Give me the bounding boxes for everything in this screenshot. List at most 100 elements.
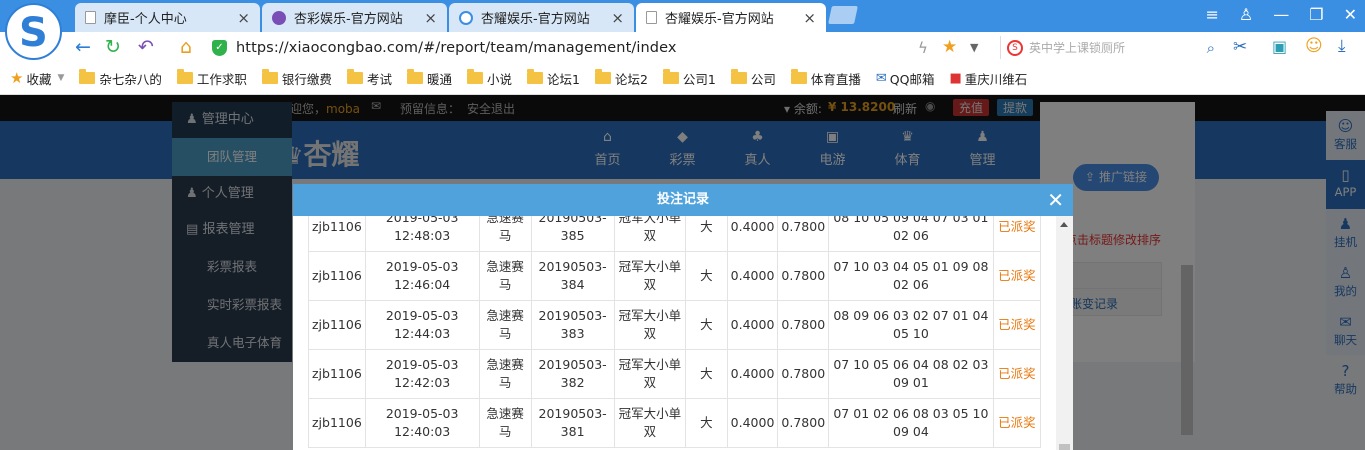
datetime-cell: 2019-05-03 12:44:03 xyxy=(364,300,480,350)
draw-numbers-cell: 07 01 02 06 08 03 05 10 09 04 xyxy=(828,398,994,448)
smiley-icon[interactable]: ☺ xyxy=(1305,36,1323,56)
username-cell: zjb1106 xyxy=(308,300,366,350)
bookmark-item[interactable]: 论坛2 xyxy=(594,69,648,88)
amount-cell: 0.4000 xyxy=(726,398,779,448)
odds-cell: 0.7800 xyxy=(777,216,830,252)
scroll-up-icon[interactable] xyxy=(1060,222,1068,227)
modal-scrollbar[interactable] xyxy=(1056,216,1073,450)
site-favicon-icon xyxy=(272,10,286,25)
download-icon[interactable]: ⤓ xyxy=(1338,36,1346,56)
chevron-down-icon: ▼ xyxy=(57,73,65,83)
folder-icon xyxy=(466,69,483,84)
amount-cell: 0.4000 xyxy=(726,349,779,399)
back-icon[interactable]: ← xyxy=(75,36,91,58)
browser-tab-4[interactable]: 杏耀娱乐-官方网站 × xyxy=(636,3,826,32)
scissors-icon[interactable]: ✂ xyxy=(1233,37,1247,57)
play-type-cell: 冠军大小单双 xyxy=(613,300,687,350)
bookmark-item[interactable]: ■ 重庆川维石 xyxy=(949,69,1027,88)
extension-icon[interactable]: ▣ xyxy=(1272,37,1287,56)
folder-icon xyxy=(79,69,96,84)
bet-content-cell: 大 xyxy=(685,251,728,301)
bookmarks-bar: ★ 收藏 ▼ 杂七杂八的 工作求职 银行缴费 考试 暖通 小说 论坛1 论坛2 公司… xyxy=(0,62,1365,95)
amount-cell: 0.4000 xyxy=(726,216,779,252)
tab-title: 摩臣-个人中心 xyxy=(104,12,187,27)
browser-tab-2[interactable]: 杏彩娱乐-官方网站 × xyxy=(262,3,447,32)
chevron-down-icon[interactable]: ▼ xyxy=(970,41,978,54)
game-cell: 急速赛马 xyxy=(478,216,532,252)
records-table: zjb1106 2019-05-03 12:48:03 急速赛马 20190503-38… xyxy=(308,216,1041,448)
bookmark-item[interactable]: 公司 xyxy=(730,69,776,88)
odds-cell: 0.7800 xyxy=(777,349,830,399)
modal-header: 投注记录 ✕ xyxy=(293,184,1073,216)
close-tab-icon[interactable]: × xyxy=(424,9,437,27)
refresh-icon[interactable]: ↻ xyxy=(105,36,121,58)
close-icon[interactable]: ✕ xyxy=(1047,184,1064,216)
undo-icon[interactable]: ↶ xyxy=(138,36,154,58)
bookmark-item[interactable]: 小说 xyxy=(466,69,512,88)
username-cell: zjb1106 xyxy=(308,216,366,252)
draw-numbers-cell: 08 09 06 03 02 07 01 04 05 10 xyxy=(828,300,994,350)
bookmark-item[interactable]: 银行缴费 xyxy=(261,69,332,88)
username-cell: zjb1106 xyxy=(308,398,366,448)
draw-numbers-cell: 07 10 05 06 04 08 02 03 09 01 xyxy=(828,349,994,399)
close-tab-icon[interactable]: × xyxy=(803,9,816,27)
folder-icon xyxy=(526,69,543,84)
close-tab-icon[interactable]: × xyxy=(237,9,250,27)
maximize-icon[interactable]: ❐ xyxy=(1309,5,1323,24)
issue-cell: 20190503-381 xyxy=(530,398,615,448)
issue-cell: 20190503-382 xyxy=(530,349,615,399)
bet-content-cell: 大 xyxy=(685,349,728,399)
search-icon[interactable]: ⌕ xyxy=(1207,39,1215,57)
search-box[interactable]: S 英中学上课锁厕所 ⌕ xyxy=(1000,36,1215,59)
favorite-star-icon[interactable]: ★ xyxy=(942,37,957,57)
username-cell: zjb1106 xyxy=(308,251,366,301)
status-cell: 已派奖 xyxy=(992,300,1041,350)
bolt-icon[interactable]: ϟ xyxy=(918,39,928,57)
bookmark-item[interactable]: 公司1 xyxy=(662,69,716,88)
address-bar: ← ↻ ↶ ⌂ ✓ https://xiaocongbao.com/#/repo… xyxy=(0,32,1365,62)
status-cell: 已派奖 xyxy=(992,251,1041,301)
bookmark-item[interactable]: 体育直播 xyxy=(790,69,861,88)
game-cell: 急速赛马 xyxy=(478,300,532,350)
folder-icon xyxy=(730,69,747,84)
bookmark-favorites[interactable]: ★ 收藏 ▼ xyxy=(10,69,64,88)
folder-icon xyxy=(594,69,611,84)
page-icon xyxy=(646,11,657,24)
browser-tab-1[interactable]: 摩臣-个人中心 × xyxy=(75,3,260,32)
scroll-thumb[interactable] xyxy=(1059,444,1070,450)
bookmark-item[interactable]: 暖通 xyxy=(406,69,452,88)
search-engine-icon: S xyxy=(1007,39,1023,56)
url-box[interactable]: ✓ https://xiaocongbao.com/#/report/team/… xyxy=(212,36,992,59)
star-icon: ★ xyxy=(10,69,24,87)
status-cell: 已派奖 xyxy=(992,349,1041,399)
issue-cell: 20190503-385 xyxy=(530,216,615,252)
bookmark-item[interactable]: 论坛1 xyxy=(526,69,580,88)
username-cell: zjb1106 xyxy=(308,349,366,399)
bookmark-item[interactable]: ✉ QQ邮箱 xyxy=(876,69,935,88)
play-type-cell: 冠军大小单双 xyxy=(613,251,687,301)
close-window-icon[interactable]: ✕ xyxy=(1344,5,1357,24)
search-input[interactable]: 英中学上课锁厕所 xyxy=(1029,39,1207,56)
skin-icon[interactable]: ♙ xyxy=(1239,5,1253,24)
datetime-cell: 2019-05-03 12:42:03 xyxy=(364,349,480,399)
bookmark-item[interactable]: 杂七杂八的 xyxy=(79,69,162,88)
datetime-cell: 2019-05-03 12:48:03 xyxy=(364,216,480,252)
bet-content-cell: 大 xyxy=(685,216,728,252)
bookmark-item[interactable]: 考试 xyxy=(346,69,392,88)
folder-icon xyxy=(346,69,363,84)
qq-mail-icon: ✉ xyxy=(875,70,887,86)
browser-logo: S xyxy=(5,3,62,60)
bookmark-item[interactable]: 工作求职 xyxy=(176,69,247,88)
home-icon[interactable]: ⌂ xyxy=(180,36,192,58)
minimize-icon[interactable]: — xyxy=(1273,5,1289,24)
menu-icon[interactable]: ≡ xyxy=(1206,5,1219,24)
datetime-cell: 2019-05-03 12:46:04 xyxy=(364,251,480,301)
browser-tab-3[interactable]: 杏耀娱乐-官方网站 × xyxy=(449,3,634,32)
game-cell: 急速赛马 xyxy=(478,349,532,399)
status-cell: 已派奖 xyxy=(992,398,1041,448)
close-tab-icon[interactable]: × xyxy=(611,9,624,27)
window-controls: ≡ ♙ — ❐ ✕ xyxy=(1206,5,1358,24)
odds-cell: 0.7800 xyxy=(777,300,830,350)
issue-cell: 20190503-383 xyxy=(530,300,615,350)
new-tab-button[interactable] xyxy=(828,6,858,24)
